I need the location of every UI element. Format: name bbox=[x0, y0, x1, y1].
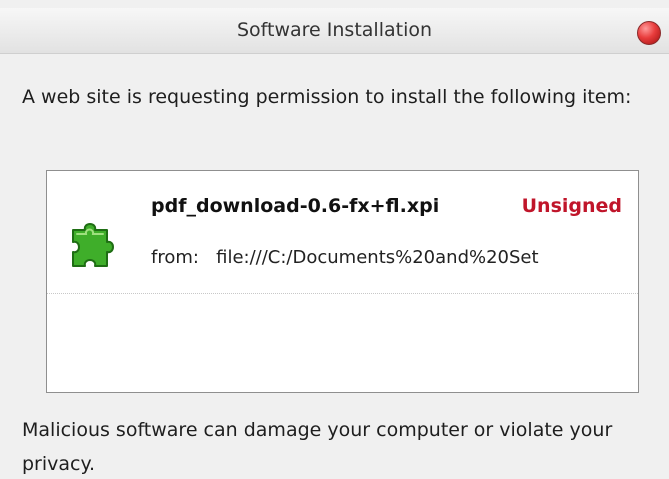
unsigned-badge: Unsigned bbox=[521, 195, 622, 217]
from-label: from: bbox=[151, 247, 199, 268]
install-item-list: pdf_download-0.6-fx+fl.xpi Unsigned from… bbox=[46, 170, 639, 393]
from-url: file:///C:/Documents%20and%20Set bbox=[216, 247, 539, 268]
list-item: pdf_download-0.6-fx+fl.xpi Unsigned from… bbox=[47, 171, 638, 294]
title-bar: Software Installation bbox=[0, 8, 669, 54]
software-installation-dialog: Software Installation A web site is requ… bbox=[0, 0, 669, 479]
window-title: Software Installation bbox=[236, 19, 433, 41]
puzzle-piece-icon bbox=[72, 223, 114, 267]
permission-prompt: A web site is requesting permission to i… bbox=[22, 86, 632, 108]
item-filename: pdf_download-0.6-fx+fl.xpi bbox=[151, 195, 440, 217]
close-button[interactable] bbox=[637, 21, 661, 45]
item-source: from: file:///C:/Documents%20and%20Set bbox=[151, 247, 539, 268]
security-warning: Malicious software can damage your compu… bbox=[22, 419, 613, 475]
